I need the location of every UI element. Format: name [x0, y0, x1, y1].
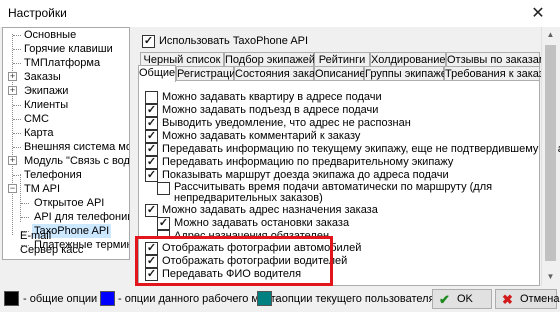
option-checkbox[interactable]: ✓ [145, 104, 158, 117]
option-checkbox[interactable] [157, 182, 170, 195]
tab-ratings[interactable]: Рейтинги [314, 52, 370, 67]
tree-item-sms[interactable]: СМС [22, 112, 51, 126]
tab-crew-groups[interactable]: Группы экипажей [364, 66, 453, 81]
tree-item-map[interactable]: Карта [22, 126, 55, 140]
cancel-button[interactable]: ✖ Отмена [495, 289, 559, 309]
option-checkbox[interactable]: ✓ [157, 217, 170, 230]
tree-item-tm-api[interactable]: TM API [22, 182, 62, 196]
tab-description[interactable]: Описание [314, 66, 366, 81]
checkmark-icon: ✔ [439, 292, 450, 307]
option-label: Можно задавать адрес назначения заказа [162, 204, 378, 216]
option-checkbox[interactable]: ✓ [145, 169, 158, 182]
tree-item-clients[interactable]: Клиенты [22, 98, 70, 112]
tree-item-tmplatforma[interactable]: ТМПлатформа [22, 56, 102, 70]
cross-icon: ✖ [502, 292, 513, 307]
tab-order-requirements[interactable]: Требования к заказу [444, 66, 549, 81]
tree-item-crews[interactable]: Экипажи [22, 84, 70, 98]
tree-item-telephony[interactable]: Телефония [22, 168, 84, 182]
legend-swatch-blue [100, 291, 115, 306]
expand-icon[interactable]: + [8, 72, 17, 81]
tab-reviews[interactable]: Отзывы по заказам [446, 52, 546, 67]
option-label: Передавать информацию по предварительном… [162, 156, 454, 168]
option-checkbox[interactable]: ✓ [145, 117, 158, 130]
highlight-box [135, 236, 333, 286]
tree-item-monitoring[interactable]: Внешняя система монитор [22, 140, 129, 154]
collapse-icon[interactable]: − [8, 184, 17, 193]
expand-icon[interactable]: + [8, 86, 17, 95]
tree-item-cash-server[interactable]: Сервер касс [20, 244, 83, 256]
option-checkbox[interactable]: ✓ [145, 204, 158, 217]
option-label: Передавать информацию по текущему экипаж… [162, 143, 560, 155]
tab-holding[interactable]: Холдирование [370, 52, 446, 67]
tree-item-osnovnye[interactable]: Основные [22, 28, 78, 42]
use-taxophone-checkbox[interactable]: ✓ [142, 35, 155, 48]
settings-tree[interactable]: Основные Горячие клавиши ТМПлатформа + З… [2, 27, 130, 260]
scroll-up-icon[interactable]: ▲ [542, 27, 559, 43]
tab-general[interactable]: Общие [138, 65, 176, 82]
titlebar: Настройки ✕ [0, 0, 560, 27]
expand-icon[interactable]: + [8, 156, 17, 165]
legend-swatch-teal [257, 291, 272, 306]
window-title: Настройки [8, 6, 67, 20]
scroll-down-icon[interactable]: ▼ [542, 269, 559, 285]
tree-item-email[interactable]: E-mail [20, 230, 51, 242]
ok-button[interactable]: ✔ OK [432, 289, 492, 309]
option-label: Можно задавать квартиру в адресе подачи [162, 91, 382, 103]
vertical-scrollbar[interactable]: ▲ ▼ [541, 27, 558, 286]
use-taxophone-label: Использовать TaxoPhone API [159, 35, 309, 47]
option-label: Можно задавать подъезд в адресе подачи [162, 104, 379, 116]
tree-item-orders[interactable]: Заказы [22, 70, 63, 84]
legend-label: - общие опции [23, 293, 98, 305]
legend-label: - опции текущего пользователя [275, 293, 435, 305]
option-label: Выводить уведомление, что адрес не распо… [162, 117, 411, 129]
tab-order-states[interactable]: Состояния заказа [234, 66, 326, 81]
option-checkbox[interactable] [145, 91, 158, 104]
tab-crew-selection[interactable]: Подбор экипажей [224, 52, 315, 67]
option-checkbox[interactable]: ✓ [145, 130, 158, 143]
legend-swatch-black [4, 291, 19, 306]
tree-item-telephony-api[interactable]: API для телефонии [32, 210, 129, 224]
option-checkbox[interactable]: ✓ [145, 143, 158, 156]
tree-item-driver-module[interactable]: Модуль "Связь с водителя [22, 154, 129, 168]
option-label: Можно задавать остановки заказа [174, 217, 350, 229]
close-icon[interactable]: ✕ [516, 0, 560, 27]
scroll-thumb[interactable] [545, 45, 556, 261]
option-checkbox[interactable]: ✓ [145, 156, 158, 169]
option-label: Можно задавать комментарий к заказу [162, 130, 361, 142]
tree-item-open-api[interactable]: Открытое API [32, 196, 106, 210]
tab-registration[interactable]: Регистрация [176, 66, 241, 81]
tree-item-hotkeys[interactable]: Горячие клавиши [22, 42, 115, 56]
